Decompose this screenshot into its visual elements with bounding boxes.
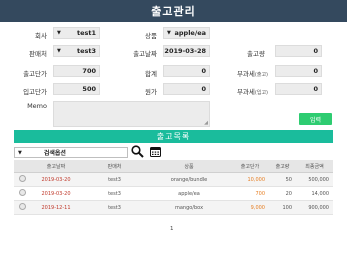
product-select-value: apple/ea: [174, 29, 207, 37]
row-price: 10,000: [231, 172, 269, 187]
row-amount: 14,000: [296, 186, 333, 201]
outbound-table: 출고날짜 판매처 상품 출고단가 출고량 최종금액 2019-03-20 tes…: [14, 160, 333, 215]
row-radio[interactable]: [18, 175, 26, 182]
seller-label: 판매처: [29, 50, 47, 58]
client-select[interactable]: ▼ test1: [53, 27, 100, 39]
client-label: 회사: [35, 32, 47, 40]
total-input: 0: [163, 65, 210, 77]
vat-out-input: 0: [275, 65, 322, 77]
vat-in-note: (입고): [254, 90, 268, 96]
total-label: 합계: [145, 70, 157, 78]
column-header-seller[interactable]: 판매처: [82, 160, 147, 173]
column-header-product[interactable]: 상품: [147, 160, 231, 173]
column-header-amount[interactable]: 최종금액: [296, 160, 333, 173]
column-header-select: [14, 160, 30, 173]
out-price-input[interactable]: 700: [53, 65, 100, 77]
search-option-value: 검색옵션: [43, 150, 66, 157]
row-amount: 900,000: [296, 200, 333, 215]
row-date: 2019-03-20: [30, 172, 82, 187]
table-row[interactable]: 2019-12-11 test3 mango/box 9,000 100 900…: [14, 200, 333, 215]
table-row[interactable]: 2019-03-20 test3 orange/bundle 10,000 50…: [14, 172, 333, 187]
add-button[interactable]: 입력: [299, 113, 332, 125]
row-date: 2019-12-11: [30, 200, 82, 215]
vat-in-label: 부과세(입고): [230, 86, 268, 96]
vat-out-label-text: 부과세: [236, 70, 255, 78]
product-select[interactable]: ▼ apple/ea: [163, 27, 210, 39]
table-header-row: 출고날짜 판매처 상품 출고단가 출고량 최종금액: [14, 160, 333, 173]
date-input[interactable]: 2019-03-28: [163, 45, 210, 57]
in-price-input[interactable]: 500: [53, 83, 100, 95]
resize-grip-icon[interactable]: ◢: [204, 120, 208, 126]
vat-in-label-text: 부과세: [236, 88, 255, 96]
row-seller: test3: [82, 186, 147, 201]
memo-textarea[interactable]: ◢: [53, 101, 210, 127]
column-header-date[interactable]: 출고날짜: [30, 160, 82, 173]
vat-in-input: 0: [275, 83, 322, 95]
date-label: 출고날짜: [133, 50, 157, 58]
qty-input[interactable]: 0: [275, 45, 322, 57]
row-seller: test3: [82, 172, 147, 187]
seller-select-value: test3: [76, 47, 96, 55]
qty-label: 출고량: [247, 50, 265, 58]
row-qty: 100: [269, 200, 296, 215]
cost-label: 원가: [145, 88, 157, 96]
calendar-icon[interactable]: [150, 146, 161, 157]
row-product: orange/bundle: [147, 172, 231, 187]
column-header-price[interactable]: 출고단가: [231, 160, 269, 173]
client-select-value: test1: [76, 29, 96, 37]
row-product: mango/box: [147, 200, 231, 215]
row-qty: 50: [269, 172, 296, 187]
chevron-down-icon: ▼: [18, 149, 22, 156]
row-price: 700: [231, 186, 269, 201]
vat-out-note: (출고): [254, 72, 268, 78]
vat-out-label: 부과세(출고): [230, 68, 268, 78]
chevron-down-icon: ▼: [57, 30, 61, 36]
seller-select[interactable]: ▼ test3: [53, 45, 100, 57]
row-product: apple/ea: [147, 186, 231, 201]
chevron-down-icon: ▼: [57, 48, 61, 54]
row-radio[interactable]: [18, 189, 26, 196]
pagination-page[interactable]: 1: [170, 226, 174, 232]
row-seller: test3: [82, 200, 147, 215]
search-icon[interactable]: [131, 145, 144, 158]
search-option-select[interactable]: ▼ 검색옵션: [14, 147, 128, 158]
table-row[interactable]: 2019-03-20 test3 apple/ea 700 20 14,000: [14, 186, 333, 201]
chevron-down-icon: ▼: [167, 30, 171, 36]
list-section-title: 출고목록: [14, 130, 333, 143]
page-title: 출고관리: [0, 0, 347, 22]
row-amount: 500,000: [296, 172, 333, 187]
out-price-label: 출고단가: [23, 70, 47, 78]
row-price: 9,000: [231, 200, 269, 215]
memo-label: Memo: [27, 102, 47, 110]
row-qty: 20: [269, 186, 296, 201]
in-price-label: 입고단가: [23, 88, 47, 96]
row-radio[interactable]: [18, 203, 26, 210]
column-header-qty[interactable]: 출고량: [269, 160, 296, 173]
row-date: 2019-03-20: [30, 186, 82, 201]
cost-input: 0: [163, 83, 210, 95]
product-label: 상품: [145, 32, 157, 40]
